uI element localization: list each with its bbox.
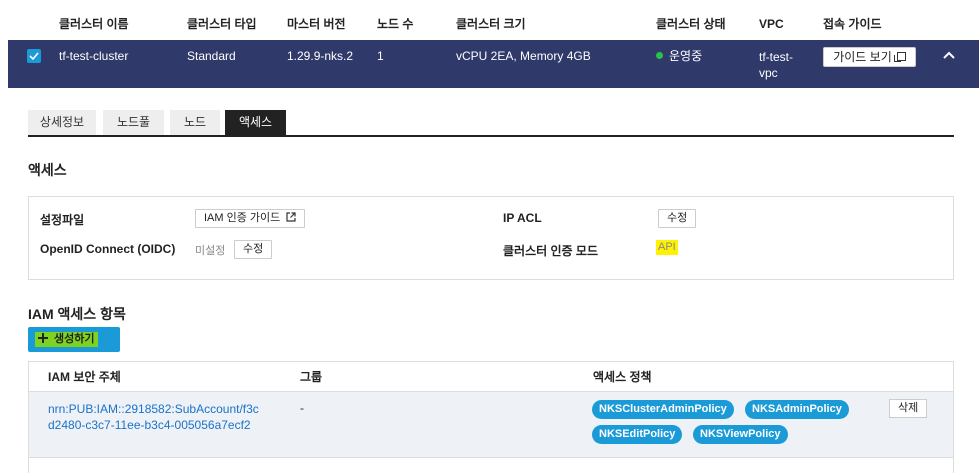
- header-cluster-type: 클러스터 타입: [187, 17, 257, 31]
- plus-icon: [38, 333, 48, 344]
- oidc-label: OpenID Connect (OIDC): [40, 242, 176, 256]
- external-link-icon: [286, 212, 296, 222]
- cluster-status: 운영중: [656, 40, 702, 72]
- cluster-node-count: 1: [377, 49, 384, 63]
- config-file-label: 설정파일: [40, 213, 85, 227]
- header-node-count: 노드 수: [377, 17, 414, 31]
- create-button-highlight: 생성하기: [35, 332, 99, 347]
- iam-guide-button[interactable]: IAM 인증 가이드: [195, 209, 306, 228]
- status-dot-icon: [656, 52, 663, 60]
- group-value: -: [300, 401, 304, 415]
- col-group: 그룹: [300, 370, 323, 384]
- tab-access[interactable]: 액세스: [225, 110, 286, 135]
- cluster-row[interactable]: tf-test-cluster Standard 1.29.9-nks.2 1 …: [8, 40, 979, 88]
- table-row: nrn:PUB:IAM::2918582:SubAccount/f3cd2480…: [29, 392, 953, 458]
- check-icon: [29, 52, 39, 61]
- tab-details[interactable]: 상세정보: [28, 110, 96, 135]
- iam-access-table: IAM 보안 주체 그룹 액세스 정책 nrn:PUB:IAM::2918582…: [28, 361, 954, 473]
- oidc-edit-button[interactable]: 수정: [234, 240, 273, 259]
- policy-badge-cluster-admin: NKSClusterAdminPolicy: [592, 400, 734, 419]
- row-checkbox[interactable]: [27, 49, 41, 63]
- tab-nodepool[interactable]: 노드풀: [103, 110, 164, 135]
- iam-guide-label: IAM 인증 가이드: [204, 212, 281, 224]
- policy-badge-edit: NKSEditPolicy: [592, 425, 683, 444]
- cluster-type: Standard: [187, 49, 236, 63]
- header-cluster-name: 클러스터 이름: [59, 17, 129, 31]
- col-iam-principal: IAM 보안 주체: [48, 370, 121, 384]
- chevron-up-icon[interactable]: [942, 49, 956, 63]
- access-section-title: 액세스: [28, 162, 67, 178]
- cluster-size: vCPU 2EA, Memory 4GB: [456, 49, 591, 63]
- cluster-master-version: 1.29.9-nks.2: [287, 49, 354, 63]
- detail-tabs: 상세정보 노드풀 노드 액세스: [28, 110, 954, 137]
- col-access-policy: 액세스 정책: [593, 370, 652, 384]
- header-vpc: VPC: [759, 17, 784, 31]
- cluster-name[interactable]: tf-test-cluster: [59, 40, 128, 72]
- iam-principal-link[interactable]: nrn:PUB:IAM::2918582:SubAccount/f3cd2480…: [48, 401, 263, 433]
- guide-view-button[interactable]: 가이드 보기: [823, 47, 916, 67]
- ip-acl-edit-button[interactable]: 수정: [658, 209, 697, 228]
- header-cluster-size: 클러스터 크기: [456, 17, 526, 31]
- cluster-vpc: tf-test-vpc: [759, 50, 794, 80]
- header-access-guide: 접속 가이드: [823, 17, 882, 31]
- auth-mode-value: API: [656, 240, 678, 255]
- policy-badge-view: NKSViewPolicy: [693, 425, 788, 444]
- oidc-value: 미설정: [195, 245, 226, 257]
- guide-view-label: 가이드 보기: [833, 50, 892, 64]
- create-button-label: 생성하기: [54, 333, 95, 345]
- copy-icon: [893, 52, 906, 63]
- cluster-status-text: 운영중: [669, 49, 703, 63]
- iam-section-title: IAM 액세스 항목: [28, 306, 126, 322]
- create-button[interactable]: 생성하기: [28, 327, 120, 352]
- ip-acl-label: IP ACL: [503, 211, 542, 225]
- tab-nodes[interactable]: 노드: [170, 110, 220, 135]
- auth-mode-label: 클러스터 인증 모드: [503, 244, 598, 258]
- cluster-table-header: 클러스터 이름 클러스터 타입 마스터 버전 노드 수 클러스터 크기 클러스터…: [8, 8, 979, 40]
- header-master-version: 마스터 버전: [287, 17, 346, 31]
- header-cluster-status: 클러스터 상태: [656, 17, 726, 31]
- access-settings-box: 설정파일 IAM 인증 가이드 IP ACL 수정 OpenID Connect…: [28, 196, 954, 280]
- policy-badge-admin: NKSAdminPolicy: [745, 400, 849, 419]
- delete-button[interactable]: 삭제: [889, 399, 928, 418]
- iam-table-header: IAM 보안 주체 그룹 액세스 정책: [29, 362, 953, 392]
